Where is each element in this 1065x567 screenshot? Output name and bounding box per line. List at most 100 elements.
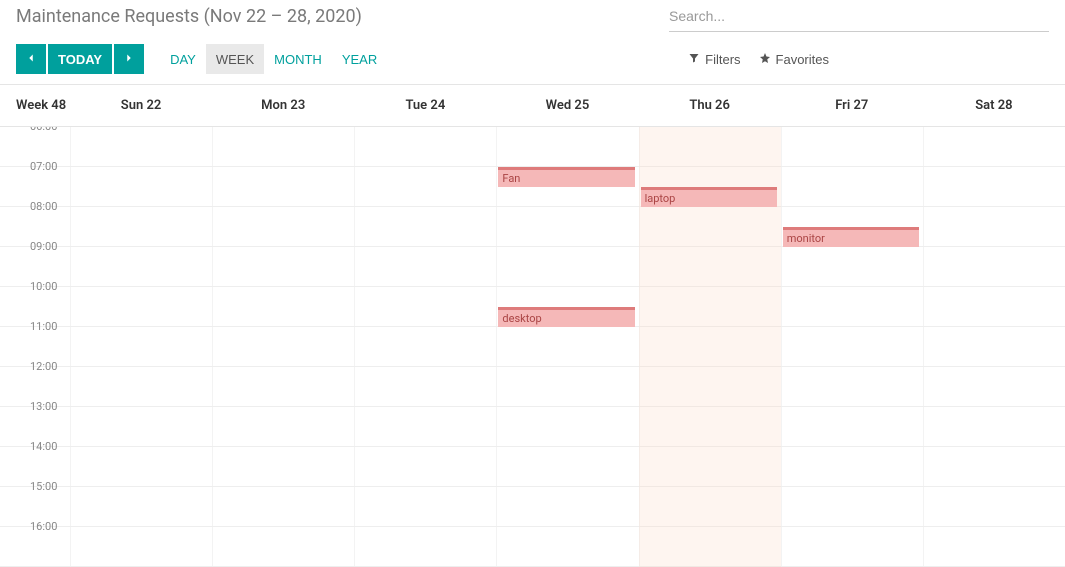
- search-input[interactable]: [669, 8, 1049, 24]
- calendar-cell[interactable]: [639, 487, 781, 526]
- calendar-cell[interactable]: [354, 247, 496, 286]
- calendar-cell[interactable]: [354, 447, 496, 486]
- calendar-cell[interactable]: [781, 407, 923, 446]
- hour-row: 14:00: [0, 447, 1065, 487]
- calendar-cell[interactable]: [923, 447, 1065, 486]
- calendar-cell[interactable]: [496, 527, 638, 566]
- calendar-cell[interactable]: [781, 367, 923, 406]
- calendar-cell[interactable]: [923, 207, 1065, 246]
- calendar-cell[interactable]: [354, 527, 496, 566]
- filters-button[interactable]: Filters: [688, 52, 740, 67]
- calendar-cell[interactable]: [923, 287, 1065, 326]
- calendar-cell[interactable]: [354, 327, 496, 366]
- calendar-cell[interactable]: [70, 127, 212, 166]
- calendar-cell[interactable]: [496, 487, 638, 526]
- calendar-cell[interactable]: [212, 487, 354, 526]
- calendar-cell[interactable]: [639, 247, 781, 286]
- calendar-cell[interactable]: [212, 367, 354, 406]
- calendar-cell[interactable]: [212, 527, 354, 566]
- calendar-cell[interactable]: [70, 327, 212, 366]
- calendar-cell[interactable]: [212, 247, 354, 286]
- calendar-cell[interactable]: [496, 247, 638, 286]
- calendar-cell[interactable]: [70, 447, 212, 486]
- calendar-cell[interactable]: [70, 407, 212, 446]
- calendar-cell[interactable]: [639, 327, 781, 366]
- calendar-cell[interactable]: [781, 287, 923, 326]
- calendar-cell[interactable]: [781, 487, 923, 526]
- calendar-cell[interactable]: [496, 407, 638, 446]
- calendar-cell[interactable]: [212, 167, 354, 206]
- day-header[interactable]: Thu 26: [639, 98, 781, 113]
- view-mode-year[interactable]: YEAR: [332, 44, 387, 74]
- calendar-cell[interactable]: [354, 127, 496, 166]
- calendar-cell[interactable]: [354, 207, 496, 246]
- calendar-cell[interactable]: [639, 207, 781, 246]
- calendar-cell[interactable]: [70, 207, 212, 246]
- calendar-cell[interactable]: [781, 247, 923, 286]
- calendar-cell[interactable]: [781, 167, 923, 206]
- day-header[interactable]: Mon 23: [212, 98, 354, 113]
- next-button[interactable]: [114, 44, 144, 74]
- calendar-cell[interactable]: [70, 287, 212, 326]
- view-mode-month[interactable]: MONTH: [264, 44, 332, 74]
- calendar-cell[interactable]: [639, 407, 781, 446]
- calendar-cell[interactable]: [923, 167, 1065, 206]
- day-header[interactable]: Wed 25: [496, 98, 638, 113]
- funnel-icon: [688, 52, 700, 67]
- calendar-event[interactable]: monitor: [783, 227, 919, 247]
- calendar-cell[interactable]: [212, 287, 354, 326]
- calendar-cell[interactable]: [354, 167, 496, 206]
- today-button[interactable]: TODAY: [48, 44, 112, 74]
- day-header[interactable]: Fri 27: [781, 98, 923, 113]
- hour-label: 15:00: [0, 480, 70, 519]
- calendar-cell[interactable]: [923, 127, 1065, 166]
- calendar-cell[interactable]: [923, 327, 1065, 366]
- calendar-cell[interactable]: [70, 487, 212, 526]
- calendar-cell[interactable]: [70, 367, 212, 406]
- favorites-button[interactable]: Favorites: [759, 52, 829, 67]
- calendar-cell[interactable]: [781, 447, 923, 486]
- calendar-cell[interactable]: [354, 287, 496, 326]
- calendar-cell[interactable]: [212, 127, 354, 166]
- calendar-cell[interactable]: [639, 527, 781, 566]
- view-mode-week[interactable]: WEEK: [206, 44, 264, 74]
- calendar-cell[interactable]: [496, 207, 638, 246]
- calendar-cell[interactable]: [639, 287, 781, 326]
- calendar-cell[interactable]: [70, 247, 212, 286]
- calendar-cell[interactable]: [212, 327, 354, 366]
- day-header[interactable]: Tue 24: [354, 98, 496, 113]
- calendar-cell[interactable]: [496, 447, 638, 486]
- calendar-cell[interactable]: [354, 487, 496, 526]
- day-header[interactable]: Sun 22: [70, 98, 212, 113]
- calendar-cell[interactable]: [781, 327, 923, 366]
- calendar-cell[interactable]: [354, 407, 496, 446]
- calendar-cell[interactable]: [496, 367, 638, 406]
- calendar-body[interactable]: 06:0007:0008:0009:0010:0011:0012:0013:00…: [0, 127, 1065, 567]
- calendar-cell[interactable]: [639, 127, 781, 166]
- calendar-cell[interactable]: [639, 367, 781, 406]
- calendar-cell[interactable]: [70, 167, 212, 206]
- calendar-cell[interactable]: [781, 527, 923, 566]
- hour-label: 13:00: [0, 400, 70, 439]
- day-header[interactable]: Sat 28: [923, 98, 1065, 113]
- prev-button[interactable]: [16, 44, 46, 74]
- calendar-cell[interactable]: [923, 247, 1065, 286]
- calendar-cell[interactable]: [781, 127, 923, 166]
- calendar-cell[interactable]: [212, 447, 354, 486]
- calendar-cell[interactable]: [496, 327, 638, 366]
- calendar-event[interactable]: Fan: [498, 167, 634, 187]
- calendar-event[interactable]: desktop: [498, 307, 634, 327]
- calendar-cell[interactable]: [70, 527, 212, 566]
- view-mode-day[interactable]: DAY: [160, 44, 206, 74]
- calendar-cell[interactable]: [496, 127, 638, 166]
- calendar-cell[interactable]: [212, 407, 354, 446]
- calendar-cell[interactable]: [923, 407, 1065, 446]
- calendar-cell[interactable]: [354, 367, 496, 406]
- search-wrap: [669, 6, 1049, 32]
- calendar-cell[interactable]: [923, 487, 1065, 526]
- calendar-cell[interactable]: [639, 447, 781, 486]
- calendar-event[interactable]: laptop: [641, 187, 777, 207]
- calendar-cell[interactable]: [923, 367, 1065, 406]
- calendar-cell[interactable]: [923, 527, 1065, 566]
- calendar-cell[interactable]: [212, 207, 354, 246]
